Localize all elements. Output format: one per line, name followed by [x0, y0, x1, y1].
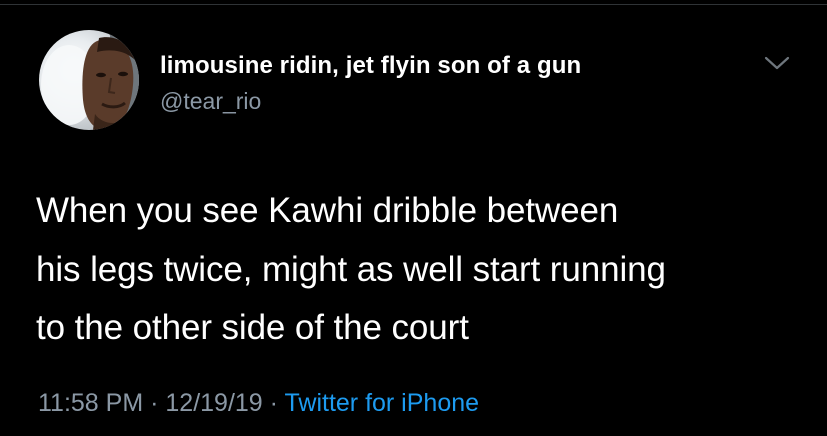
avatar-photo	[41, 30, 139, 130]
tweet-source-link[interactable]: Twitter for iPhone	[285, 389, 480, 417]
author-handle[interactable]: @tear_rio	[160, 88, 261, 115]
tweet-text-line: When you see Kawhi dribble between	[36, 191, 619, 230]
tweet-text-line: to the other side of the court	[36, 308, 469, 347]
tweet-menu-button[interactable]	[764, 54, 790, 74]
chevron-down-icon	[764, 56, 790, 70]
meta-separator: ·	[269, 389, 278, 417]
author-display-name[interactable]: limousine ridin, jet flyin son of a gun	[160, 52, 581, 80]
tweet-date[interactable]: 12/19/19	[165, 389, 262, 417]
avatar[interactable]	[39, 30, 139, 130]
meta-separator: ·	[150, 389, 159, 417]
tweet-time[interactable]: 11:58 PM	[38, 389, 143, 417]
tweet-text-line: his legs twice, might as well start runn…	[36, 249, 666, 289]
tweet-metadata: 11:58 PM · 12/19/19 · Twitter for iPhone	[38, 389, 479, 418]
top-divider	[0, 4, 827, 5]
tweet-text: When you see Kawhi dribble between his l…	[36, 182, 806, 358]
